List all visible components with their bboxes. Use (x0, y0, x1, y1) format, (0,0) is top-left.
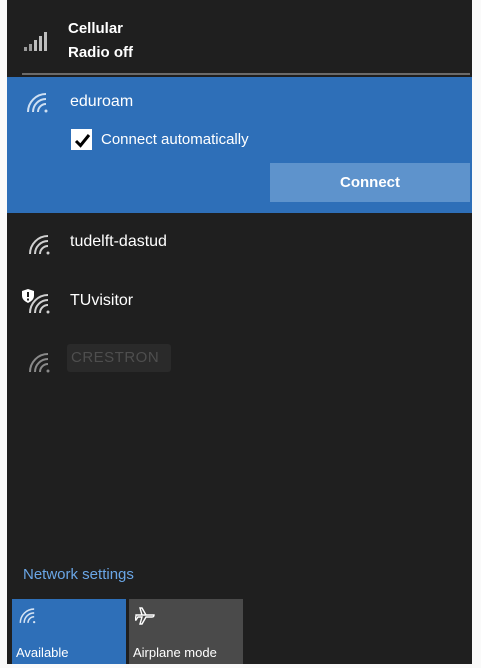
network-item-tudelft-dastud[interactable]: tudelft-dastud (7, 218, 472, 270)
connect-button[interactable]: Connect (270, 163, 470, 202)
wifi-toggle-tile[interactable]: Available (12, 599, 126, 665)
cellular-signal-icon (23, 32, 49, 52)
cellular-title: Cellular (68, 20, 124, 37)
window-frame (0, 0, 7, 668)
window-frame (0, 664, 481, 668)
network-flyout: Cellular Radio off eduroam Connect autom… (0, 0, 481, 668)
wifi-icon (18, 607, 38, 625)
cellular-status: Radio off (68, 44, 133, 61)
cellular-item[interactable]: Cellular Radio off (7, 0, 472, 74)
divider (22, 73, 470, 75)
connect-automatically-checkbox[interactable] (71, 129, 92, 150)
airplane-mode-tile[interactable]: Airplane mode (129, 599, 243, 665)
network-name: eduroam (70, 93, 134, 110)
window-frame (472, 0, 481, 668)
wifi-icon (27, 234, 53, 256)
tile-label: Airplane mode (133, 645, 217, 660)
network-name: TUvisitor (70, 292, 134, 309)
network-name: tudelft-dastud (70, 233, 167, 250)
network-item-eduroam[interactable]: eduroam Connect automatically Connect (7, 77, 472, 213)
wifi-icon (27, 293, 53, 315)
network-name: CRESTRON (67, 344, 171, 372)
network-settings-link[interactable]: Network settings (23, 566, 134, 583)
wifi-icon (25, 92, 51, 114)
network-item-crestron[interactable]: CRESTRON (7, 336, 472, 388)
airplane-icon (134, 607, 155, 625)
network-item-tuvisitor[interactable]: TUvisitor (7, 277, 472, 329)
wifi-icon (27, 352, 53, 374)
connect-automatically-label[interactable]: Connect automatically (101, 131, 249, 148)
tile-label: Available (16, 645, 69, 660)
